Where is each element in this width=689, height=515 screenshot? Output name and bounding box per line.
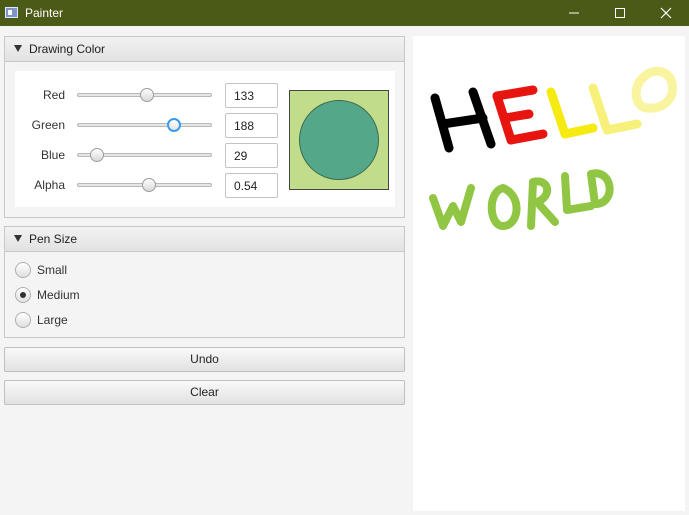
red-value-field[interactable]: 133 <box>225 83 278 108</box>
minimize-button[interactable] <box>551 0 597 26</box>
drawing-canvas[interactable] <box>413 36 685 511</box>
letter-h <box>430 87 496 153</box>
maximize-icon <box>615 8 625 18</box>
maximize-button[interactable] <box>597 0 643 26</box>
green-slider[interactable] <box>77 123 212 127</box>
radio-label: Large <box>37 313 68 327</box>
minimize-icon <box>569 12 579 14</box>
radio-circle-icon <box>15 312 31 328</box>
drawing-color-title: Drawing Color <box>29 42 106 56</box>
radio-circle-icon <box>15 287 31 303</box>
clear-button[interactable]: Clear <box>4 380 405 405</box>
green-label: Green <box>31 118 65 132</box>
canvas-drawing <box>429 66 677 230</box>
window-title: Painter <box>25 6 64 20</box>
green-slider-thumb[interactable] <box>166 118 181 132</box>
letter-e <box>492 85 548 145</box>
app-window-icon <box>5 7 18 18</box>
pen-size-title: Pen Size <box>29 232 78 246</box>
letter-l1 <box>546 87 598 139</box>
radio-circle-icon <box>15 262 31 278</box>
letter-o <box>631 66 677 113</box>
color-preview-circle <box>299 100 379 180</box>
pen-size-pane: Pen Size Small Medium Large <box>4 226 405 338</box>
radio-label: Medium <box>37 288 80 302</box>
collapse-arrow-icon <box>14 45 22 52</box>
color-preview <box>289 90 389 190</box>
close-button[interactable] <box>643 0 689 26</box>
letter-l2 <box>588 83 642 135</box>
blue-value-field[interactable]: 29 <box>225 143 278 168</box>
alpha-label: Alpha <box>34 178 65 192</box>
drawing-color-header[interactable]: Drawing Color <box>5 37 404 62</box>
alpha-slider-thumb[interactable] <box>142 178 157 192</box>
world-word <box>429 169 614 230</box>
close-icon <box>660 7 672 19</box>
color-editor: Red 133 Green 188 Blue 29 Alpha 0.54 <box>15 71 395 207</box>
alpha-value-field[interactable]: 0.54 <box>225 173 278 198</box>
blue-label: Blue <box>40 148 65 162</box>
red-slider-thumb[interactable] <box>139 88 154 102</box>
drawing-color-pane: Drawing Color Red 133 Green 188 Blue 29 … <box>4 36 405 218</box>
blue-slider-thumb[interactable] <box>90 148 105 162</box>
red-label: Red <box>42 88 65 102</box>
collapse-arrow-icon <box>14 235 22 242</box>
radio-label: Small <box>37 263 68 277</box>
pen-size-header[interactable]: Pen Size <box>5 227 404 252</box>
title-bar: Painter <box>0 0 689 26</box>
undo-button[interactable]: Undo <box>4 347 405 372</box>
green-value-field[interactable]: 188 <box>225 113 278 138</box>
